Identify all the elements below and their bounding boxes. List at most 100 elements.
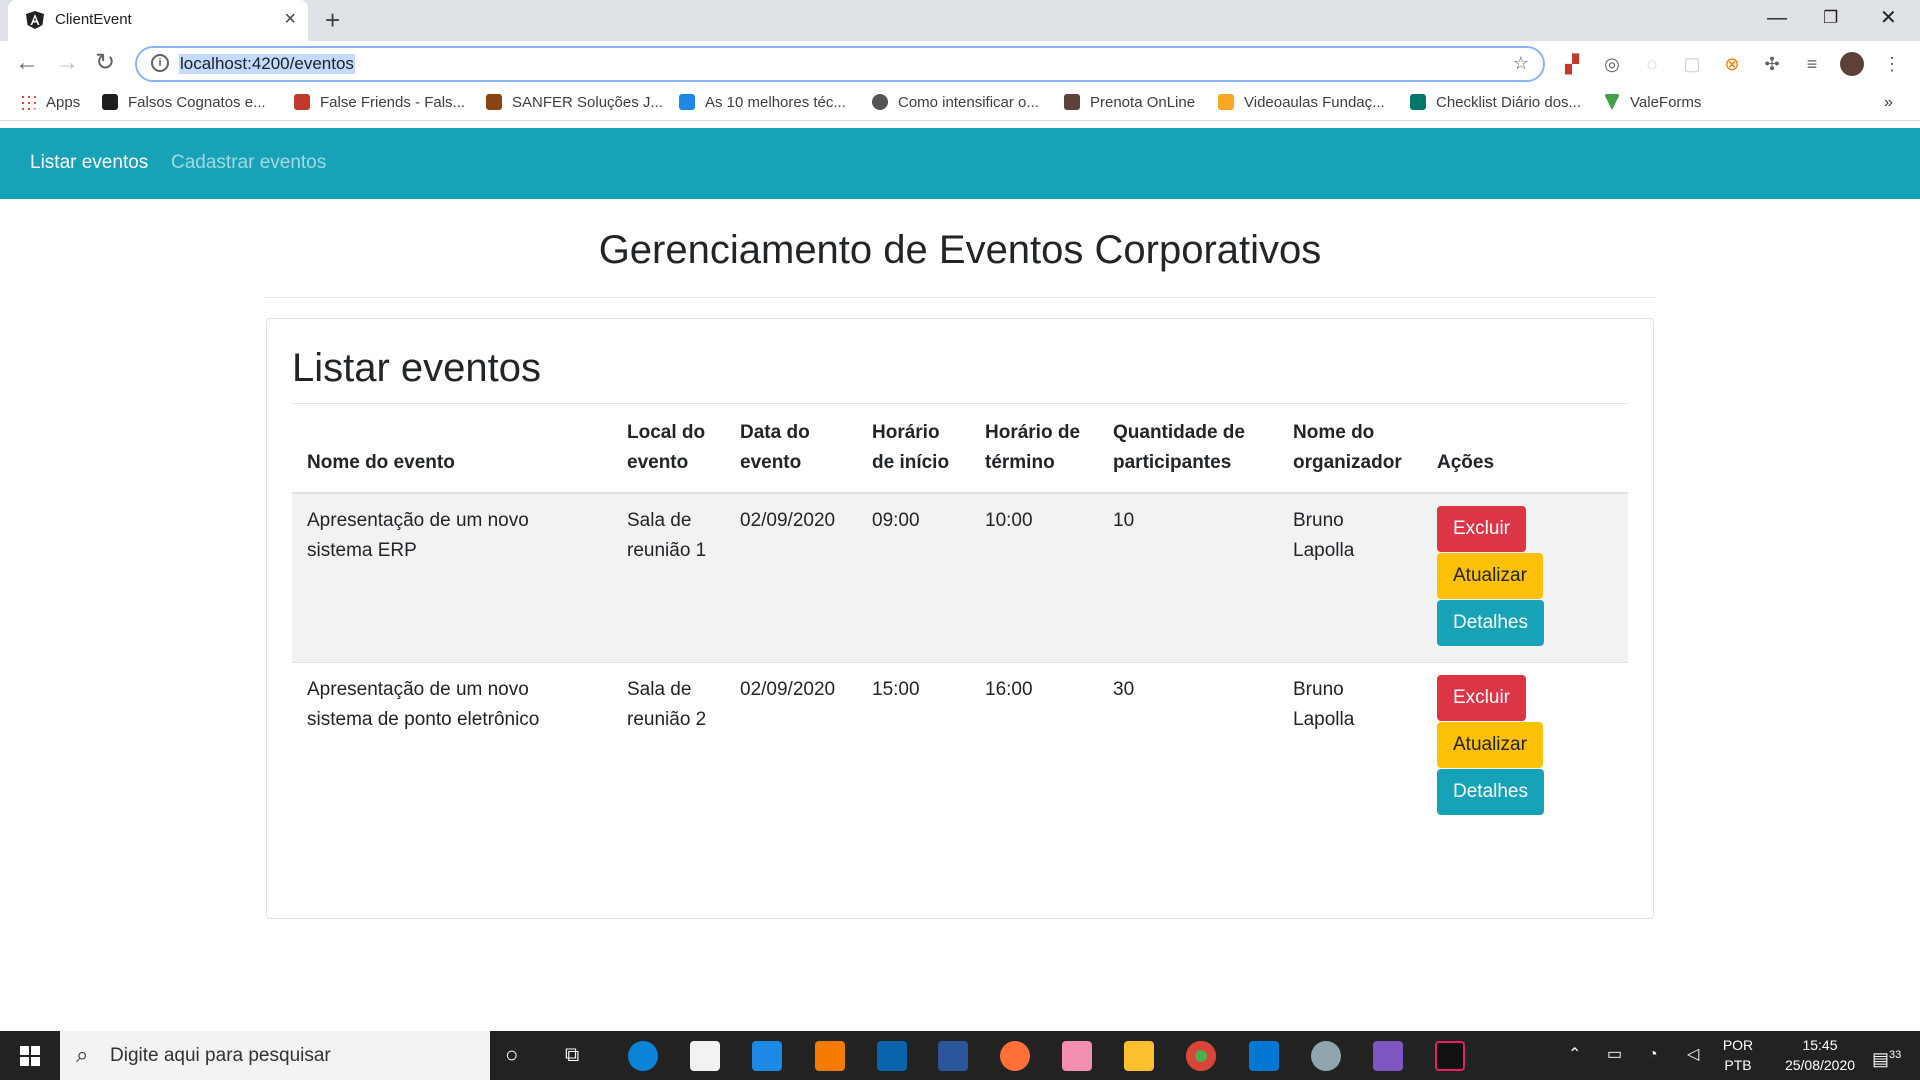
close-tab-icon[interactable]: × [284, 9, 296, 29]
back-icon[interactable]: ← [15, 50, 39, 76]
chrome-icon[interactable] [1186, 1041, 1216, 1071]
browser-tab[interactable]: ClientEvent × [8, 0, 308, 41]
edge-icon[interactable] [628, 1041, 658, 1071]
nav-list-events[interactable]: Listar eventos [30, 152, 148, 174]
bookmark-item[interactable]: Prenota OnLine [1064, 94, 1195, 111]
event-name: Apresentação de um novo sistema de ponto… [292, 662, 612, 831]
event-start-time: 09:00 [857, 493, 970, 663]
tab-title: ClientEvent [55, 11, 132, 28]
task-view-icon[interactable]: ⧉ [565, 1043, 579, 1067]
event-location: Sala de reunião 2 [612, 662, 725, 831]
bookmark-item[interactable]: Videoaulas Fundaç... [1218, 94, 1385, 111]
column-header: Horário de início [857, 404, 970, 494]
app-navbar: Listar eventos Cadastrar eventos [0, 128, 1920, 199]
extension-icon[interactable]: ⊗ [1720, 52, 1744, 76]
bookmark-favicon-icon [1604, 94, 1620, 110]
address-url[interactable]: localhost:4200/eventos [179, 54, 355, 74]
windows-taskbar: ⌕ Digite aqui para pesquisar ○ ⧉ ⌃ ▭ ◔ ◁… [0, 1031, 1920, 1080]
address-bar[interactable]: i localhost:4200/eventos ☆ [135, 46, 1545, 82]
firefox-icon[interactable] [1000, 1041, 1030, 1071]
bookmark-item[interactable]: Checklist Diário dos... [1410, 94, 1581, 111]
bookmark-item[interactable]: SANFER Soluções J... [486, 94, 663, 111]
table-row: Apresentação de um novo sistema ERP Sala… [292, 493, 1628, 663]
bookmark-star-icon[interactable]: ☆ [1513, 53, 1529, 74]
event-participants: 10 [1098, 493, 1278, 663]
event-end-time: 10:00 [970, 493, 1098, 663]
column-header: Nome do evento [292, 404, 612, 494]
file-explorer-icon[interactable] [1124, 1041, 1154, 1071]
profile-avatar[interactable] [1840, 52, 1864, 76]
chevron-up-icon[interactable]: ⌃ [1568, 1045, 1581, 1065]
intellij-icon[interactable] [1435, 1041, 1465, 1071]
forward-icon[interactable]: → [55, 50, 79, 76]
column-header: Data do evento [725, 404, 857, 494]
column-header: Ações [1422, 404, 1628, 494]
language-indicator[interactable]: POR PTB [1718, 1035, 1758, 1075]
extension-icon[interactable]: ◌ [1640, 52, 1664, 76]
page-title: Gerenciamento de Eventos Corporativos [598, 228, 1322, 272]
vscode-icon[interactable] [1249, 1041, 1279, 1071]
column-header: Quantidade de participantes [1098, 404, 1278, 494]
close-window-icon[interactable]: ✕ [1880, 6, 1897, 30]
minimize-icon[interactable]: — [1767, 6, 1787, 30]
column-header: Local do evento [612, 404, 725, 494]
store-icon[interactable] [690, 1041, 720, 1071]
puzzle-extensions-icon[interactable]: ✣ [1760, 52, 1784, 76]
search-icon: ⌕ [76, 1042, 89, 1067]
more-bookmarks-icon[interactable]: » [1884, 94, 1893, 112]
app-icon[interactable] [1062, 1041, 1092, 1071]
bookmark-item[interactable]: Falsos Cognatos e... [102, 94, 266, 111]
bookmark-item[interactable]: False Friends - Fals... [294, 94, 465, 111]
event-organizer: Bruno Lapolla [1278, 493, 1422, 663]
update-button[interactable]: Atualizar [1437, 553, 1543, 599]
details-button[interactable]: Detalhes [1437, 600, 1544, 646]
extension-icon[interactable]: ▢ [1680, 52, 1704, 76]
word-icon[interactable] [938, 1041, 968, 1071]
table-row: Apresentação de um novo sistema de ponto… [292, 662, 1628, 831]
bookmarks-bar: Apps Falsos Cognatos e... False Friends … [0, 87, 1920, 121]
restore-icon[interactable]: ❐ [1823, 6, 1838, 30]
bookmark-favicon-icon [294, 94, 310, 110]
browser-toolbar: ← → ↻ i localhost:4200/eventos ☆ ▞ ◎ ◌ ▢… [0, 41, 1920, 87]
outlook-icon[interactable] [877, 1041, 907, 1071]
bookmark-item[interactable]: Como intensificar o... [872, 94, 1039, 111]
event-location: Sala de reunião 1 [612, 493, 725, 663]
reload-icon[interactable]: ↻ [95, 50, 115, 76]
update-button[interactable]: Atualizar [1437, 722, 1543, 768]
bookmark-apps[interactable]: Apps [20, 94, 80, 111]
extension-icon[interactable]: ◎ [1600, 52, 1624, 76]
paint-icon[interactable] [1311, 1041, 1341, 1071]
event-date: 02/09/2020 [725, 493, 857, 663]
notification-count: 33 [1889, 1049, 1902, 1061]
taskbar-search[interactable]: ⌕ Digite aqui para pesquisar [60, 1031, 490, 1080]
volume-icon[interactable]: ◁ [1687, 1045, 1699, 1065]
angular-icon [26, 11, 44, 29]
nav-register-events[interactable]: Cadastrar eventos [171, 152, 326, 174]
bookmark-item[interactable]: As 10 melhores téc... [679, 94, 846, 111]
bookmark-item[interactable]: ValeForms [1604, 94, 1701, 111]
mail-icon[interactable] [752, 1041, 782, 1071]
app-icon[interactable] [1373, 1041, 1403, 1071]
sublime-icon[interactable] [815, 1041, 845, 1071]
event-organizer: Bruno Lapolla [1278, 662, 1422, 831]
notification-center-icon[interactable]: ▤33 [1872, 1045, 1901, 1069]
globe-icon [872, 94, 888, 110]
media-control-icon[interactable]: ≡ [1800, 52, 1824, 76]
events-table: Nome do evento Local do evento Data do e… [292, 404, 1628, 831]
clock-date: 25/08/2020 [1784, 1057, 1856, 1073]
delete-button[interactable]: Excluir [1437, 675, 1527, 721]
battery-icon[interactable]: ▭ [1607, 1045, 1622, 1065]
details-button[interactable]: Detalhes [1437, 769, 1544, 815]
new-tab-button[interactable]: + [325, 6, 340, 34]
delete-button[interactable]: Excluir [1437, 506, 1527, 552]
menu-kebab-icon[interactable]: ⋮ [1880, 52, 1904, 76]
browser-titlebar: ClientEvent × + — ❐ ✕ [0, 0, 1920, 41]
cortana-icon[interactable]: ○ [505, 1043, 518, 1067]
site-info-icon[interactable]: i [151, 54, 169, 72]
windows-start-icon[interactable] [0, 1031, 60, 1080]
clock-time: 15:45 [1802, 1037, 1838, 1053]
wifi-icon[interactable]: ◔ [1648, 1045, 1658, 1065]
pdf-extension-icon[interactable]: ▞ [1560, 52, 1584, 76]
clock[interactable]: 15:45 25/08/2020 [1770, 1035, 1870, 1075]
language-label: POR [1722, 1037, 1754, 1053]
